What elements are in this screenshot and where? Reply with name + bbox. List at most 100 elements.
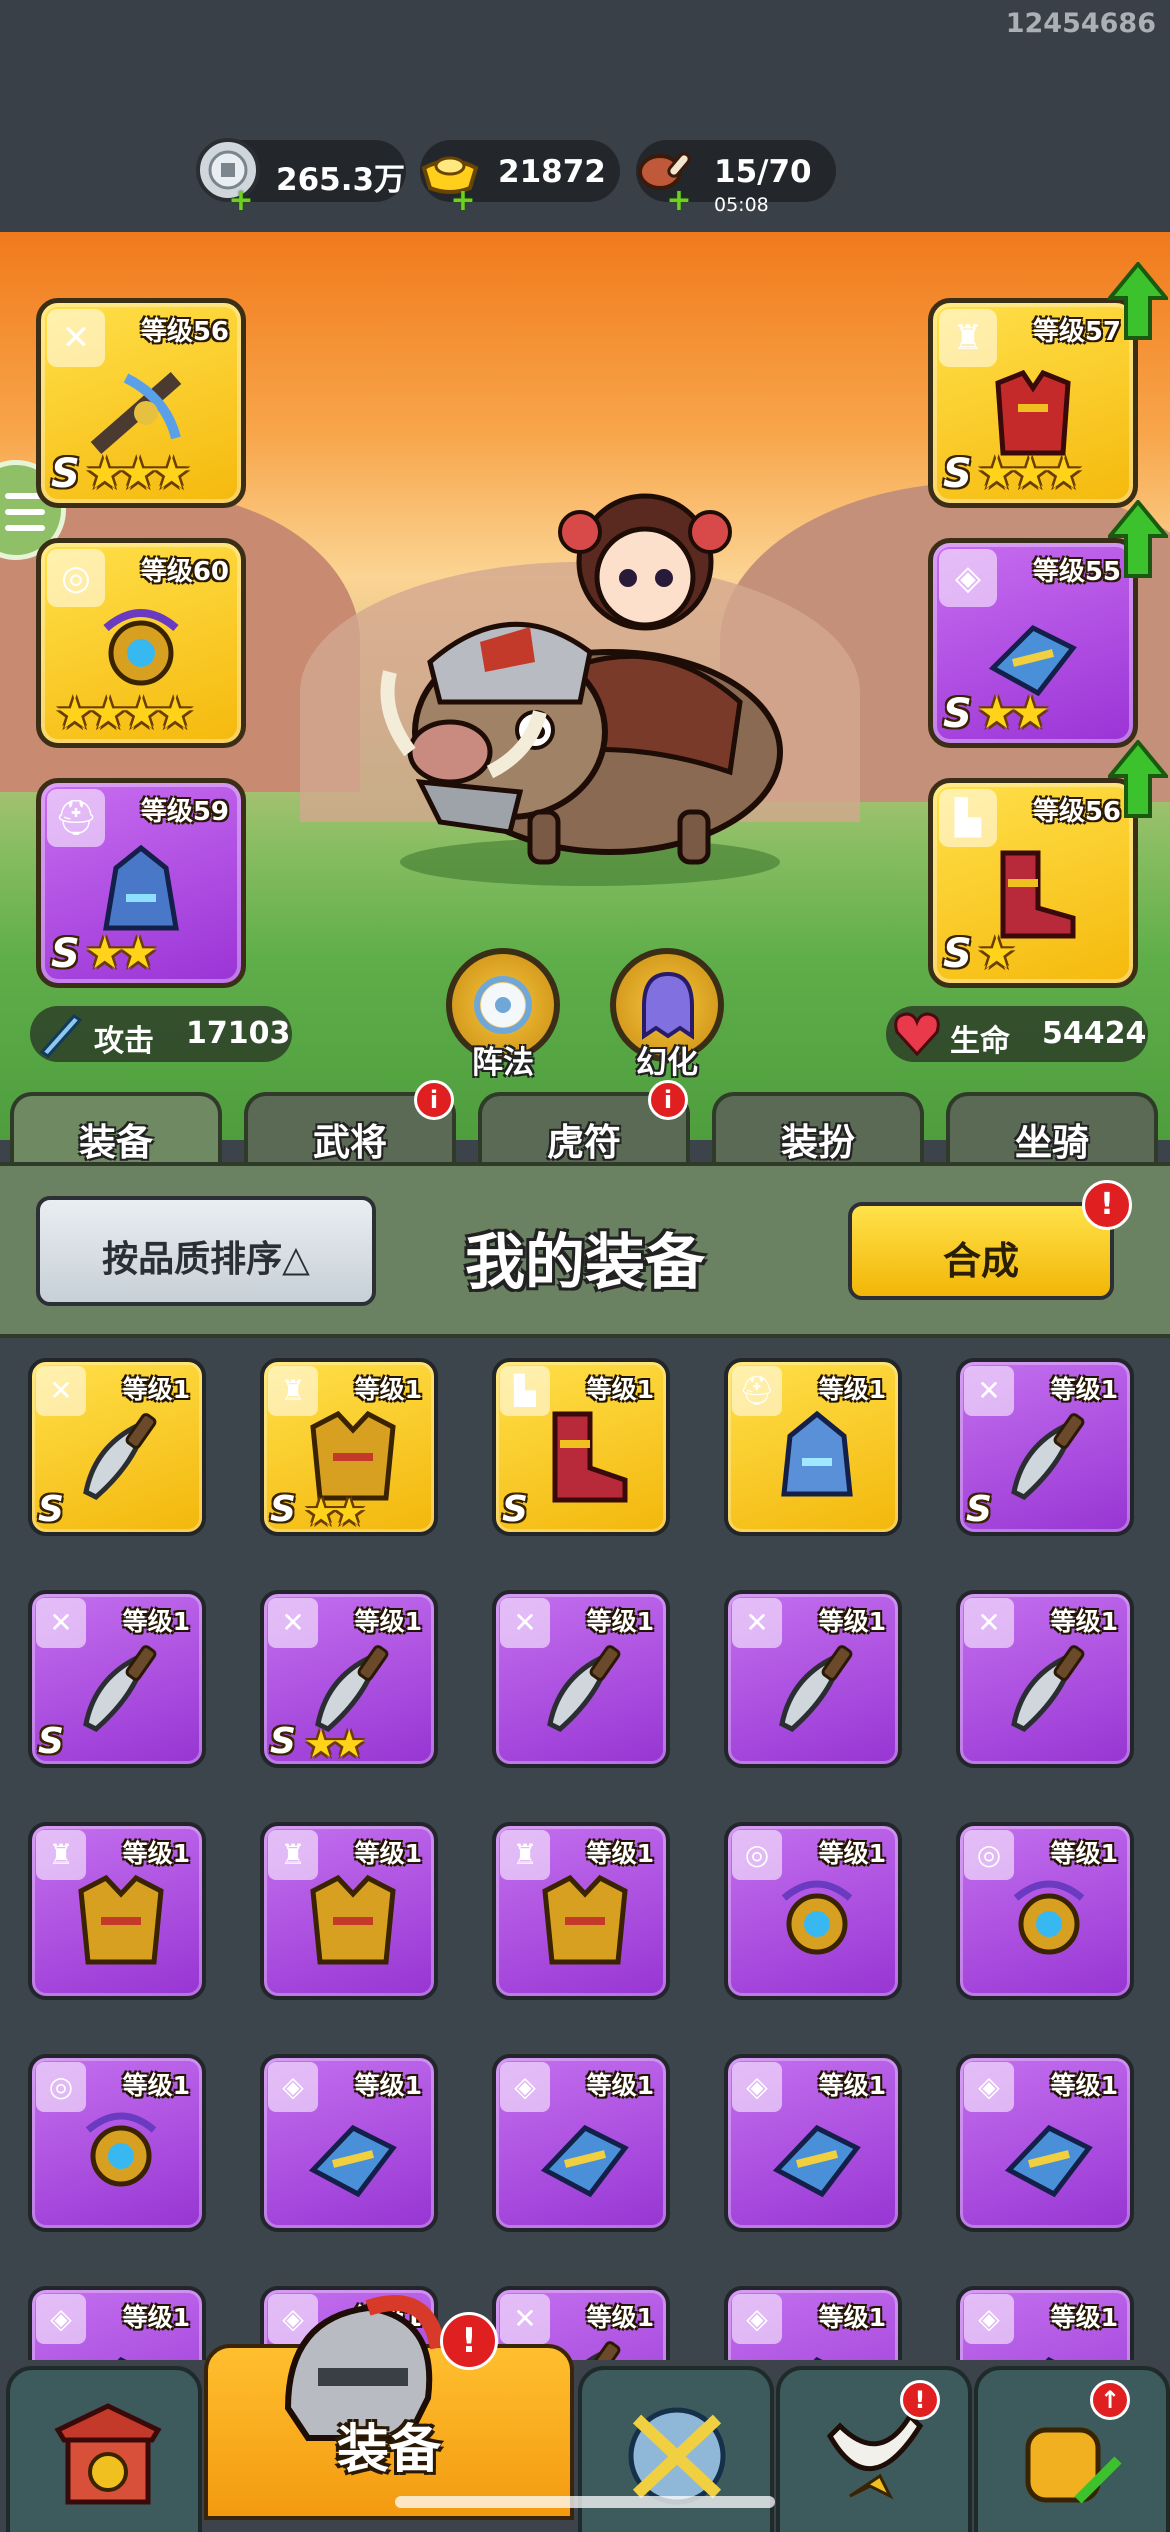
- equip-grade: S: [943, 931, 972, 977]
- sword-icon: [39, 1014, 83, 1058]
- add-stamina-icon[interactable]: +: [666, 186, 692, 216]
- merge-label: 合成: [942, 1239, 1019, 1283]
- equipment-tabs: 装备 武将 i 虎符 i 装扮 坐骑: [0, 1080, 1170, 1166]
- item-grade: S: [270, 1489, 296, 1530]
- weapon-icon: [83, 1645, 157, 1732]
- ghost-icon: [642, 971, 694, 1040]
- equip-level: 等级56: [140, 317, 229, 347]
- gold-resource[interactable]: 21872 +: [420, 140, 620, 216]
- nav-equipment[interactable]: 装备 !: [204, 2295, 574, 2520]
- inventory-item[interactable]: ✕ 等级1 S: [28, 1590, 206, 1768]
- sort-by-quality-button[interactable]: 按品质排序△: [36, 1196, 376, 1306]
- attack-stat: 攻击 17103: [30, 1006, 292, 1062]
- nav-home[interactable]: [6, 2366, 202, 2532]
- amulet-icon: [781, 1880, 853, 1955]
- inventory-item[interactable]: ♜ 等级1 S ★★: [260, 1358, 438, 1536]
- inventory-item[interactable]: ✕ 等级1 S: [28, 1358, 206, 1536]
- inventory-item[interactable]: ◎ 等级1: [28, 2054, 206, 2232]
- equip-stars: ★★: [977, 688, 1050, 739]
- gate-icon: [54, 2403, 162, 2505]
- item-level: 等级1: [122, 1375, 190, 1404]
- inventory-item[interactable]: ▙ 等级1 S: [492, 1358, 670, 1536]
- inventory-item[interactable]: ✕ 等级1: [956, 1590, 1134, 1768]
- add-silver-icon[interactable]: +: [228, 186, 254, 216]
- merge-button[interactable]: 合成: [848, 1202, 1114, 1300]
- hero-character[interactable]: [360, 452, 820, 892]
- inventory-item[interactable]: ⛑ 等级1: [724, 1358, 902, 1536]
- inventory-item[interactable]: ♜ 等级1: [260, 1822, 438, 2000]
- item-level: 等级1: [122, 1839, 190, 1868]
- formation-button[interactable]: 阵法: [446, 948, 560, 1081]
- equipped-weapon[interactable]: ✕ 等级56 S ★★★: [36, 298, 246, 508]
- silver-resource[interactable]: 265.3万 +: [196, 138, 406, 216]
- gloves-icon: [540, 2124, 629, 2198]
- page-title: 我的装备: [465, 1228, 705, 1298]
- inventory-item[interactable]: ◈等级1: [724, 2286, 902, 2360]
- item-level: 等级1: [818, 2071, 886, 2100]
- equip-level: 等级59: [140, 797, 229, 827]
- inventory-item[interactable]: ◈等级1: [492, 2054, 670, 2232]
- stamina-timer: 05:08: [714, 194, 769, 216]
- item-grade: S: [502, 1489, 528, 1530]
- home-indicator: [395, 2496, 775, 2508]
- equip-grade: S: [51, 931, 80, 977]
- weapon-icon: [83, 1413, 157, 1500]
- add-gold-icon[interactable]: +: [450, 186, 476, 216]
- boots-icon: [552, 1411, 628, 1503]
- armor-icon: [310, 1874, 396, 1965]
- hp-value: 54424: [1042, 1016, 1147, 1051]
- equipped-helmet[interactable]: ⛑ 等级59 S ★★: [36, 778, 246, 988]
- stamina-resource[interactable]: 15/70 05:08 +: [636, 140, 836, 216]
- inventory-item[interactable]: ✕ 等级1 S: [956, 1358, 1134, 1536]
- item-level: 等级1: [1050, 2303, 1118, 2332]
- equipped-amulet[interactable]: ◎ 等级60 ★★★★: [36, 538, 246, 748]
- inventory-item[interactable]: ◈等级1: [956, 2054, 1134, 2232]
- item-level: 等级1: [122, 1607, 190, 1636]
- attack-label: 攻击: [94, 1024, 154, 1059]
- item-level: 等级1: [1050, 2071, 1118, 2100]
- weapon-icon: [1011, 1413, 1085, 1500]
- equipped-gloves[interactable]: ◈ 等级55 S ★★: [928, 538, 1138, 748]
- equipped-boots[interactable]: ▙ 等级56 S ★: [928, 778, 1138, 988]
- inventory-item[interactable]: ◎ 等级1: [724, 1822, 902, 2000]
- item-grade: S: [966, 1489, 992, 1530]
- upgrade-badge: ↑: [1090, 2380, 1130, 2420]
- weapon-icon: [779, 1645, 853, 1732]
- upgrade-arrow-icon[interactable]: [1108, 740, 1168, 818]
- tab-equipment[interactable]: 装备: [10, 1092, 222, 1166]
- inventory-item[interactable]: ◈等级1: [28, 2286, 206, 2360]
- inventory-item[interactable]: ◈等级1: [724, 2054, 902, 2232]
- upgrade-arrow-icon[interactable]: [1108, 500, 1168, 578]
- inventory-item[interactable]: ✕ 等级1: [724, 1590, 902, 1768]
- item-level: 等级1: [586, 2071, 654, 2100]
- nav-label: 装备: [336, 2420, 442, 2480]
- inventory-item[interactable]: ♜ 等级1: [28, 1822, 206, 2000]
- inventory-item[interactable]: ◎ 等级1: [956, 1822, 1134, 2000]
- nav-gacha[interactable]: !: [776, 2366, 972, 2532]
- tab-tiger-tally[interactable]: 虎符 i: [478, 1080, 690, 1166]
- tab-outfit[interactable]: 装扮: [712, 1092, 924, 1166]
- weapon-icon: [1011, 1645, 1085, 1732]
- gloves-icon: [1004, 2124, 1093, 2198]
- inventory-item[interactable]: ◈等级1: [956, 2286, 1134, 2360]
- equipped-armor[interactable]: ♜ 等级57 S ★★★: [928, 298, 1138, 508]
- transform-button[interactable]: 幻化: [610, 948, 724, 1081]
- weapon-icon: [547, 1645, 621, 1732]
- user-id: 12454686: [1005, 8, 1156, 39]
- item-level: 等级1: [1050, 1607, 1118, 1636]
- item-level: 等级1: [354, 1607, 422, 1636]
- inventory-item[interactable]: ♜ 等级1: [492, 1822, 670, 2000]
- tab-mount[interactable]: 坐骑: [946, 1092, 1158, 1166]
- nav-upgrade[interactable]: ↑: [974, 2366, 1170, 2532]
- inventory-item[interactable]: ✕ 等级1 S ★★: [260, 1590, 438, 1768]
- upgrade-arrow-icon[interactable]: [1108, 262, 1168, 340]
- inventory-item[interactable]: ✕ 等级1: [492, 1590, 670, 1768]
- compass-icon: [474, 976, 532, 1034]
- alert-badge: !: [900, 2380, 940, 2420]
- tab-generals[interactable]: 武将 i: [244, 1080, 456, 1166]
- equip-stars: ★★★★: [55, 688, 195, 739]
- inventory-item[interactable]: ◈等级1: [260, 2054, 438, 2232]
- item-level: 等级1: [586, 1375, 654, 1404]
- item-level: 等级1: [818, 1839, 886, 1868]
- item-level: 等级1: [122, 2303, 190, 2332]
